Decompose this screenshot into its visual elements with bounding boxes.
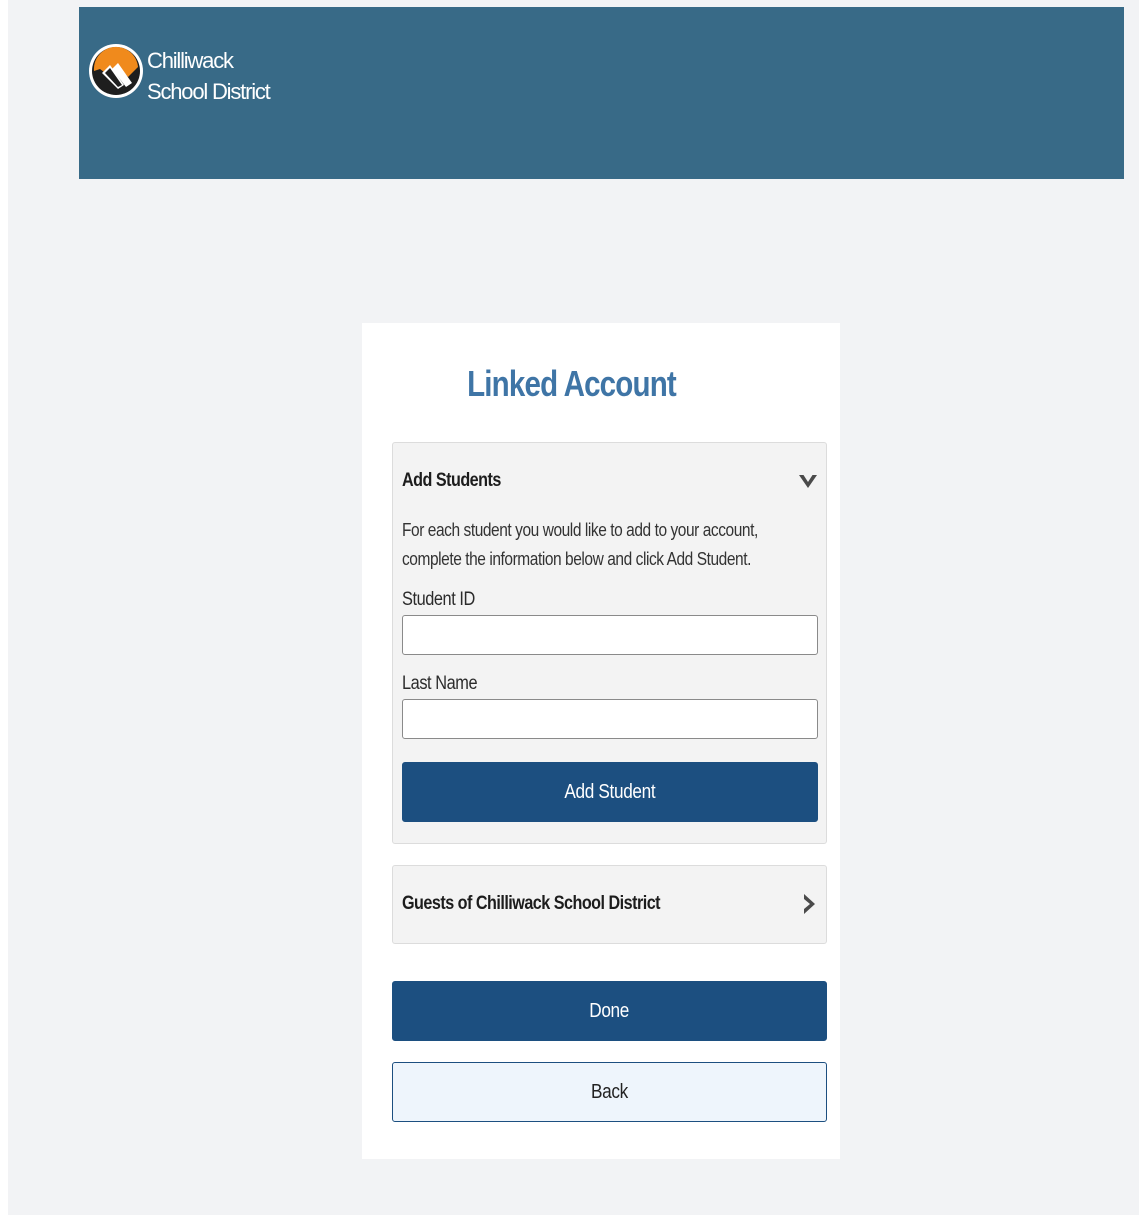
chevron-right-icon[interactable] <box>799 893 821 915</box>
add-student-button[interactable]: Add Student <box>402 762 818 822</box>
done-button-label: Done <box>589 1000 630 1022</box>
guests-heading[interactable]: Guests of Chilliwack School District <box>402 893 661 915</box>
add-students-heading[interactable]: Add Students <box>402 470 501 492</box>
district-name-line2: School District <box>147 79 271 104</box>
page-title: Linked Account <box>467 363 677 404</box>
done-button[interactable]: Done <box>392 981 827 1041</box>
add-students-description: For each student you would like to add t… <box>402 520 758 569</box>
last-name-input[interactable] <box>402 699 818 739</box>
back-button-label: Back <box>591 1081 628 1103</box>
chevron-down-icon[interactable] <box>797 471 819 493</box>
site-header: Chilliwack School District <box>79 7 1124 179</box>
last-name-label: Last Name <box>402 673 478 694</box>
district-name-line1: Chilliwack <box>147 48 234 73</box>
back-button[interactable]: Back <box>392 1062 827 1122</box>
add-students-panel: Add Students For each student you would … <box>392 442 827 844</box>
guests-panel[interactable]: Guests of Chilliwack School District <box>392 865 827 944</box>
district-logo[interactable]: Chilliwack School District <box>88 43 271 139</box>
student-id-input[interactable] <box>402 615 818 655</box>
student-id-label: Student ID <box>402 589 475 610</box>
district-name: Chilliwack School District <box>147 45 271 107</box>
add-student-button-label: Add Student <box>564 781 656 803</box>
district-logo-icon <box>89 44 143 98</box>
